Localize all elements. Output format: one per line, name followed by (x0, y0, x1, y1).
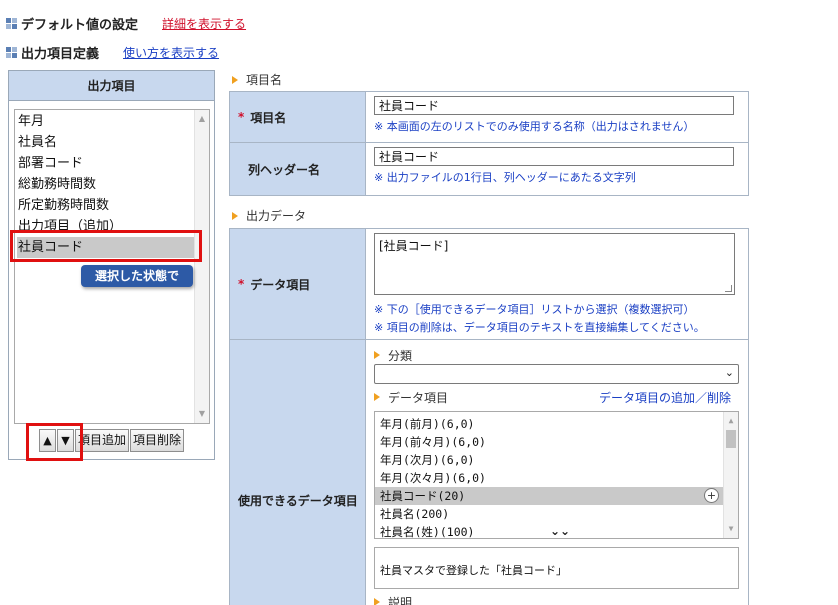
data-item-label: * データ項目 (230, 229, 366, 339)
arrow-buttons-highlight (26, 423, 83, 461)
grid-icon (6, 46, 17, 58)
data-item-option-label: 社員名(200) (380, 507, 450, 521)
add-remove-data-items-link[interactable]: データ項目の追加／削除 (599, 389, 731, 406)
show-details-link[interactable]: 詳細を表示する (162, 15, 246, 32)
orange-arrow-icon (232, 75, 238, 84)
grid-icon (6, 17, 17, 29)
data-item-textarea-text: [社員コード] (379, 239, 449, 253)
available-items-row: 使用できるデータ項目 分類 ⌄ データ項目 データ項目の追加／削除 年月(前月)… (230, 340, 748, 605)
scroll-down-icon[interactable]: ▼ (195, 407, 209, 421)
item-name-input[interactable] (374, 96, 734, 115)
data-item-row: * データ項目 [社員コード] ※ 下の［使用できるデータ項目］リストから選択（… (230, 229, 748, 340)
data-item-option[interactable]: 年月(前月)(6,0) (375, 415, 723, 433)
available-items-label: 使用できるデータ項目 (230, 340, 366, 605)
data-item-description: 社員マスタで登録した「社員コード」 (374, 547, 739, 589)
data-item-note-2: ※ 項目の削除は、データ項目のテキストを直接編集してください。 (374, 321, 705, 334)
data-item-textarea[interactable]: [社員コード] (374, 233, 735, 295)
scroll-up-icon[interactable]: ▲ (724, 414, 738, 428)
chevron-down-icon: ⌄ (724, 366, 734, 379)
output-item[interactable]: 所定勤務時間数 (17, 195, 195, 216)
data-items-heading: データ項目 データ項目の追加／削除 (374, 388, 739, 406)
column-header-note: ※ 出力ファイルの1行目、列ヘッダーにあたる文字列 (374, 171, 636, 184)
listbox-scrollbar[interactable]: ▲ ▼ (194, 110, 209, 423)
data-items-listbox[interactable]: 年月(前月)(6,0) 年月(前々月)(6,0) 年月(次月)(6,0) 年月(次々月… (374, 411, 739, 539)
data-item-option-label: 年月(次月)(6,0) (380, 453, 475, 467)
scroll-up-icon[interactable]: ▲ (195, 112, 209, 126)
data-item-option[interactable]: 年月(次月)(6,0) (375, 451, 723, 469)
column-header-value-cell: ※ 出力ファイルの1行目、列ヘッダーにあたる文字列 (366, 143, 748, 195)
category-select[interactable]: ⌄ (374, 364, 739, 384)
data-item-note-1: ※ 下の［使用できるデータ項目］リストから選択（複数選択可） (374, 303, 695, 316)
data-items-heading-text: データ項目 (388, 390, 449, 405)
item-name-note: ※ 本画面の左のリストでのみ使用する名称（出力はされません） (374, 120, 695, 133)
item-name-row: * 項目名 ※ 本画面の左のリストでのみ使用する名称（出力はされません） (230, 92, 748, 143)
data-item-option-label: 年月(前々月)(6,0) (380, 435, 486, 449)
output-items-panel: 出力項目 年月 社員名 部署コード 総勤務時間数 所定勤務時間数 出力項目（追加） 社員コー… (8, 70, 215, 461)
item-name-heading: 項目名 (232, 71, 282, 88)
delete-item-button[interactable]: 項目削除 (130, 429, 185, 452)
next-heading-text: 説明 (388, 595, 413, 605)
next-heading: 説明 (374, 593, 748, 605)
data-item-option[interactable]: 年月(次々月)(6,0) (375, 469, 723, 487)
data-item-option[interactable]: 社員名(200) (375, 505, 723, 523)
show-usage-link[interactable]: 使い方を表示する (123, 44, 219, 61)
selected-item-highlight (10, 230, 202, 262)
data-item-label-text: データ項目 (250, 277, 311, 292)
item-name-label: * 項目名 (230, 92, 366, 142)
data-item-value-cell: [社員コード] ※ 下の［使用できるデータ項目］リストから選択（複数選択可） ※… (366, 229, 748, 339)
output-data-heading: 出力データ (232, 207, 306, 224)
orange-arrow-icon (232, 211, 238, 220)
output-def-header: 出力項目定義 使い方を表示する (6, 43, 219, 62)
column-header-input[interactable] (374, 147, 734, 166)
output-item[interactable]: 年月 (17, 111, 195, 132)
output-item[interactable]: 社員名 (17, 132, 195, 153)
data-listbox-scrollbar[interactable]: ▲ ▼ (723, 412, 738, 538)
category-heading: 分類 (374, 346, 748, 364)
resize-grip-icon[interactable] (725, 285, 732, 292)
orange-arrow-icon (374, 393, 380, 401)
scroll-thumb[interactable] (726, 430, 736, 448)
data-item-option[interactable]: 社員名(姓)(100) (375, 523, 723, 541)
output-items-header: 出力項目 (9, 71, 214, 101)
item-name-heading-text: 項目名 (246, 73, 283, 87)
output-item[interactable]: 総勤務時間数 (17, 174, 195, 195)
default-settings-title: デフォルト値の設定 (21, 17, 139, 33)
output-def-title: 出力項目定義 (21, 46, 100, 62)
add-plus-icon[interactable]: + (704, 488, 719, 503)
required-mark: * (238, 110, 245, 124)
column-header-row: 列ヘッダー名 ※ 出力ファイルの1行目、列ヘッダーにあたる文字列 (230, 143, 748, 195)
expand-double-chevron-icon[interactable]: ⌄⌄ (550, 524, 570, 538)
required-mark: * (238, 277, 245, 291)
orange-arrow-icon (374, 598, 380, 605)
available-items-cell: 分類 ⌄ データ項目 データ項目の追加／削除 年月(前月)(6,0) 年月(前々月… (366, 340, 748, 605)
data-item-option[interactable]: 年月(前々月)(6,0) (375, 433, 723, 451)
data-item-option-label: 年月(前月)(6,0) (380, 417, 475, 431)
orange-arrow-icon (374, 351, 380, 359)
category-heading-text: 分類 (388, 348, 413, 363)
selection-tooltip: 選択した状態で (81, 265, 193, 287)
item-name-table: * 項目名 ※ 本画面の左のリストでのみ使用する名称（出力はされません） 列ヘッ… (229, 91, 749, 196)
item-name-label-text: 項目名 (250, 110, 287, 125)
data-item-option-label: 社員名(姓)(100) (380, 525, 475, 539)
output-data-table: * データ項目 [社員コード] ※ 下の［使用できるデータ項目］リストから選択（… (229, 228, 749, 605)
column-header-label: 列ヘッダー名 (230, 143, 366, 195)
default-settings-header: デフォルト値の設定 詳細を表示する (6, 14, 246, 33)
item-name-value-cell: ※ 本画面の左のリストでのみ使用する名称（出力はされません） (366, 92, 748, 142)
add-item-button[interactable]: 項目追加 (75, 429, 130, 452)
scroll-down-icon[interactable]: ▼ (724, 522, 738, 536)
data-item-option-label: 社員コード(20) (380, 489, 466, 503)
data-item-option-label: 年月(次々月)(6,0) (380, 471, 486, 485)
data-item-option[interactable]: 社員コード(20) + (375, 487, 723, 505)
output-item[interactable]: 部署コード (17, 153, 195, 174)
output-data-heading-text: 出力データ (246, 209, 307, 223)
